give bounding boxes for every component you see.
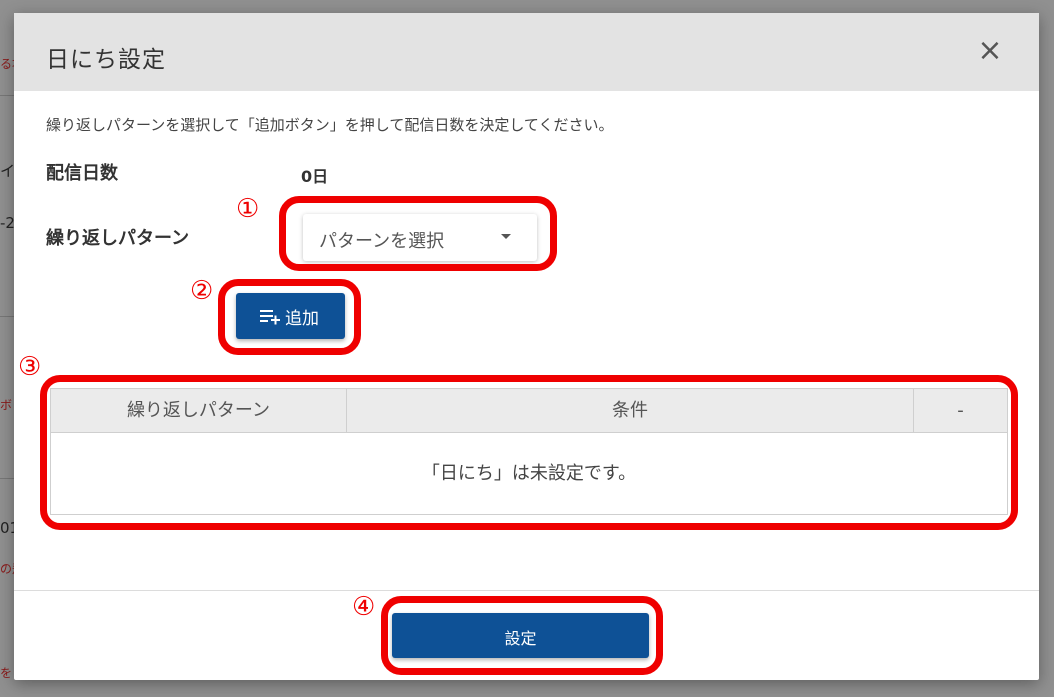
background-divider	[0, 478, 14, 479]
delivery-days-value: 0日	[301, 167, 329, 186]
background-divider	[0, 95, 14, 96]
repeat-pattern-label: 繰り返しパターン	[46, 228, 190, 249]
footer-divider	[14, 590, 1039, 591]
date-settings-dialog: 日にち設定 × 繰り返しパターンを選択して「追加ボタン」を押して配信日数を決定し…	[14, 13, 1039, 680]
annotation-box-2	[218, 279, 361, 355]
dialog-title: 日にち設定	[46, 47, 166, 73]
annotation-marker-4: ④	[352, 592, 376, 622]
annotation-marker-1: ①	[236, 194, 260, 224]
background-text: ボ	[0, 398, 13, 412]
background-text: を	[0, 666, 13, 680]
annotation-box-1	[279, 196, 557, 271]
background-text: イ	[0, 162, 16, 180]
annotation-marker-3: ③	[18, 352, 42, 382]
delivery-days-label: 配信日数	[46, 163, 118, 184]
dialog-header: 日にち設定 ×	[14, 13, 1039, 91]
annotation-box-3	[40, 375, 1018, 530]
background-text: -2	[0, 214, 15, 232]
annotation-marker-2: ②	[190, 276, 214, 306]
background-divider	[0, 316, 14, 317]
instruction-text: 繰り返しパターンを選択して「追加ボタン」を押して配信日数を決定してください。	[46, 116, 614, 134]
close-icon[interactable]: ×	[977, 36, 1003, 66]
annotation-box-4	[381, 596, 663, 675]
